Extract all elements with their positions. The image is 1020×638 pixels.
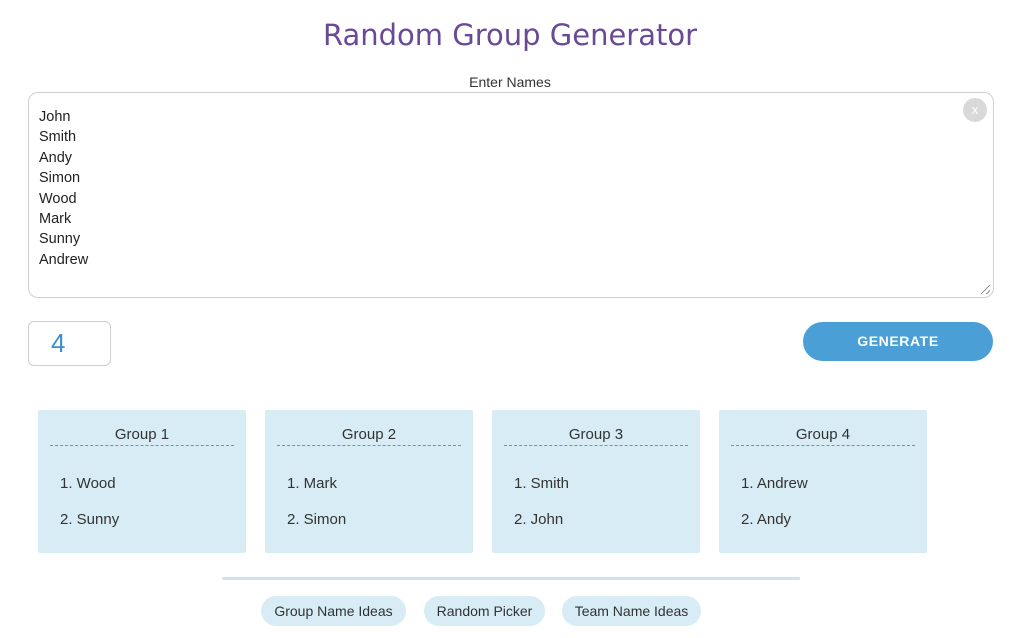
group-count-input[interactable]: 4 — [28, 321, 111, 366]
clear-names-button[interactable]: x — [963, 98, 987, 122]
group-members: 1. Mark 2. Simon — [287, 466, 346, 538]
group-member: 1. Andrew — [741, 475, 808, 492]
page: Random Group Generator Enter Names John … — [0, 0, 1020, 638]
names-list: John Smith Andy Simon Wood Mark Sunny An… — [39, 107, 88, 270]
group-name-ideas-link[interactable]: Group Name Ideas — [261, 596, 406, 626]
group-title: Group 2 — [277, 426, 461, 446]
name-line: Mark — [39, 211, 72, 228]
group-card-2: Group 2 1. Mark 2. Simon — [265, 410, 473, 553]
group-member: 1. Wood — [60, 475, 116, 492]
group-member: 2. Simon — [287, 511, 347, 528]
group-members: 1. Smith 2. John — [514, 466, 569, 538]
random-picker-link[interactable]: Random Picker — [424, 596, 545, 626]
group-card-1: Group 1 1. Wood 2. Sunny — [38, 410, 246, 553]
group-member: 1. Mark — [287, 475, 338, 492]
group-card-3: Group 3 1. Smith 2. John — [492, 410, 700, 553]
resize-grip-icon[interactable] — [981, 285, 990, 294]
name-line: Andrew — [39, 251, 89, 268]
group-members: 1. Andrew 2. Andy — [741, 466, 808, 538]
group-members: 1. Wood 2. Sunny — [60, 466, 119, 538]
names-textarea[interactable]: John Smith Andy Simon Wood Mark Sunny An… — [28, 92, 994, 298]
group-member: 2. Sunny — [60, 511, 120, 528]
name-line: Sunny — [39, 231, 81, 248]
name-line: Wood — [39, 190, 77, 207]
name-line: Simon — [39, 170, 81, 187]
generate-button[interactable]: GENERATE — [803, 322, 993, 361]
group-card-4: Group 4 1. Andrew 2. Andy — [719, 410, 927, 553]
group-member: 2. John — [514, 511, 564, 528]
names-label: Enter Names — [469, 74, 551, 90]
group-member: 1. Smith — [514, 475, 570, 492]
group-member: 2. Andy — [741, 511, 792, 528]
group-title: Group 4 — [731, 426, 915, 446]
group-title: Group 3 — [504, 426, 688, 446]
page-title: Random Group Generator — [322, 18, 698, 52]
name-line: Andy — [39, 149, 73, 166]
name-line: John — [39, 109, 71, 125]
name-line: Smith — [39, 129, 77, 146]
group-title: Group 1 — [50, 426, 234, 446]
footer-divider — [222, 577, 800, 580]
team-name-ideas-link[interactable]: Team Name Ideas — [562, 596, 701, 626]
